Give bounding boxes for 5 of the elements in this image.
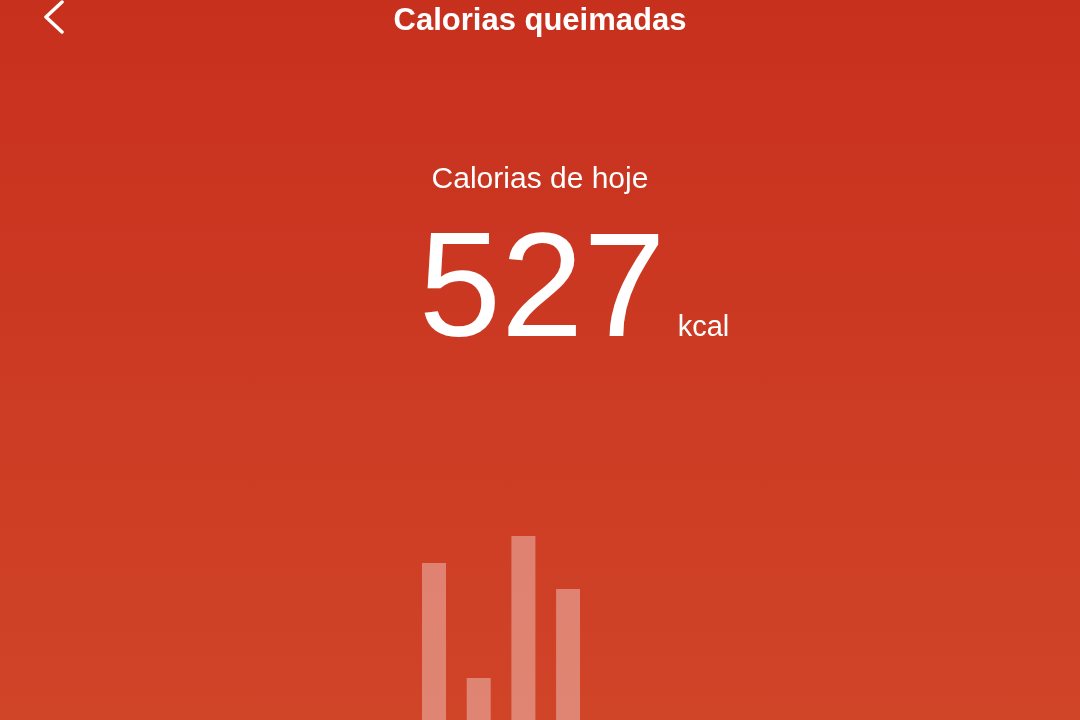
summary-label: Calorias de hoje <box>431 160 649 196</box>
chart-bar <box>466 678 491 720</box>
calorie-value: 527 <box>418 210 666 360</box>
screen-title: Calorias queimadas <box>393 2 687 38</box>
calorie-unit: kcal <box>677 310 730 343</box>
